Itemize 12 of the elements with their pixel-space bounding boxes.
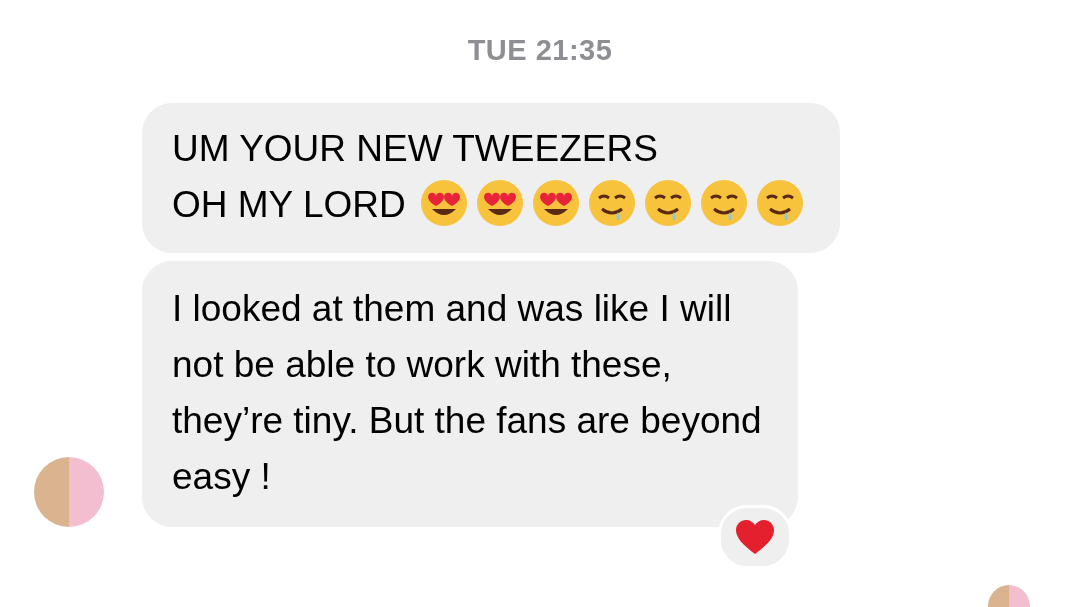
drooling-emoji-icon — [699, 179, 748, 227]
message-text: I looked at them and was like I will not be able to work with these, they’re tiny. But the fans are beyond easy ! — [172, 287, 762, 499]
message-text: OH MY LORD — [172, 183, 406, 227]
heart-icon — [734, 519, 775, 555]
message-text: UM YOUR NEW TWEEZERS — [172, 127, 659, 171]
drooling-emoji-icon — [755, 179, 804, 227]
drooling-emoji-icon — [587, 179, 636, 227]
drooling-emoji-icon — [643, 179, 692, 227]
timestamp: TUE 21:35 — [467, 34, 613, 67]
heart-eyes-emoji-icon — [419, 179, 468, 227]
heart-eyes-emoji-icon — [475, 179, 524, 227]
heart-eyes-emoji-icon — [531, 179, 580, 227]
